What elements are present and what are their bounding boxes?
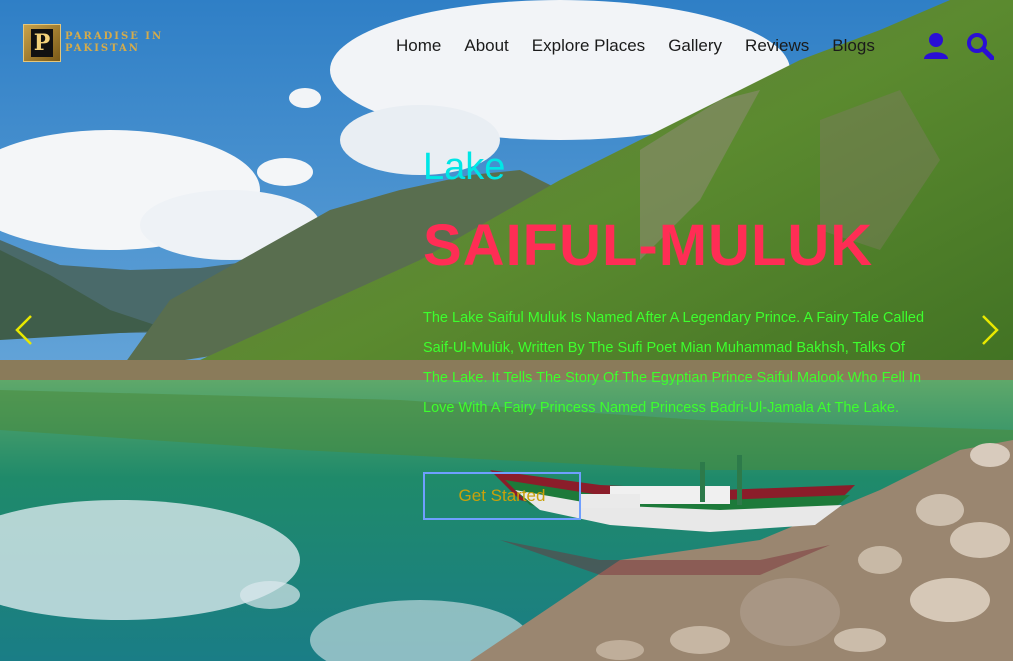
- nav-reviews[interactable]: Reviews: [745, 36, 809, 56]
- nav-home[interactable]: Home: [396, 36, 441, 56]
- slide-description: The Lake Saiful Muluk Is Named After A L…: [423, 310, 925, 416]
- logo-letter: P: [31, 29, 53, 57]
- nav-blogs[interactable]: Blogs: [832, 36, 875, 56]
- hero-slide: P PARADISE IN PAKISTAN Home About Explor…: [0, 0, 1013, 661]
- nav-explore-places[interactable]: Explore Places: [532, 36, 645, 56]
- main-nav: Home About Explore Places Gallery Review…: [396, 36, 898, 56]
- site-logo[interactable]: P PARADISE IN PAKISTAN: [23, 24, 163, 62]
- slide-title: SAIFUL-MULUK: [423, 213, 874, 278]
- logo-badge: P: [23, 24, 61, 62]
- search-icon[interactable]: [966, 32, 995, 64]
- logo-line-2: PAKISTAN: [65, 43, 140, 54]
- logo-line-1: PARADISE IN: [65, 31, 164, 42]
- slide-kicker: Lake: [423, 146, 506, 188]
- chevron-left-icon[interactable]: [14, 314, 34, 350]
- nav-gallery[interactable]: Gallery: [668, 36, 722, 56]
- logo-wordmark: PARADISE IN PAKISTAN: [65, 31, 163, 55]
- chevron-right-icon[interactable]: [980, 314, 1000, 350]
- get-started-button[interactable]: Get Started: [423, 472, 581, 520]
- user-icon[interactable]: [923, 32, 949, 64]
- nav-about[interactable]: About: [464, 36, 508, 56]
